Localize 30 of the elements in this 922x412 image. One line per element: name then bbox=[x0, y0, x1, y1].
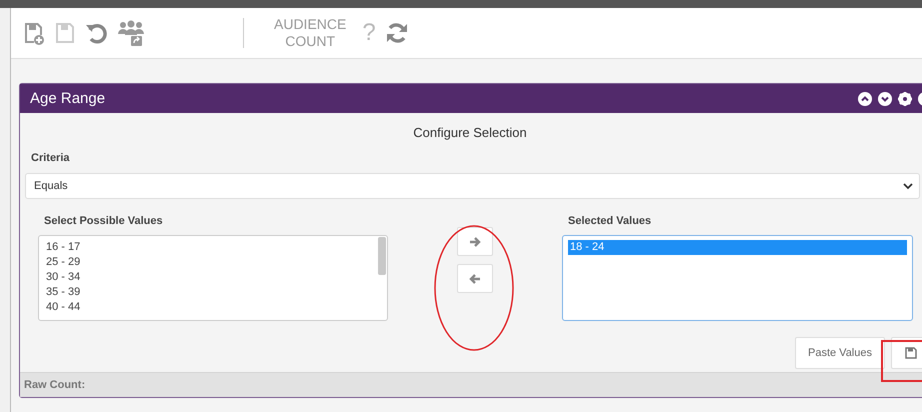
arrow-right-icon bbox=[469, 236, 481, 246]
list-option[interactable]: 25 - 29 bbox=[44, 255, 382, 270]
list-option[interactable]: 35 - 39 bbox=[44, 285, 382, 300]
list-option[interactable]: 30 - 34 bbox=[44, 270, 382, 285]
collapse-icon[interactable] bbox=[858, 92, 872, 106]
add-button[interactable] bbox=[457, 227, 493, 256]
scrollbar-thumb[interactable] bbox=[378, 237, 386, 275]
remove-button[interactable] bbox=[457, 264, 493, 293]
undo-icon[interactable] bbox=[85, 22, 107, 44]
criteria-label: Criteria bbox=[30, 151, 71, 164]
arrow-left-icon bbox=[469, 274, 481, 284]
section-heading: Configure Selection bbox=[412, 124, 528, 142]
expand-icon[interactable] bbox=[878, 92, 892, 106]
audience-count-label: AUDIENCE COUNT bbox=[274, 16, 346, 50]
possible-values-list[interactable]: 16 - 17 25 - 29 30 - 34 35 - 39 40 - 44 bbox=[38, 235, 388, 321]
list-option[interactable]: 16 - 17 bbox=[44, 240, 382, 255]
list-option[interactable]: 40 - 44 bbox=[44, 300, 382, 315]
raw-count-label: Raw Count: bbox=[24, 379, 86, 391]
chevron-down-icon bbox=[903, 182, 913, 190]
selected-values-label: Selected Values bbox=[568, 215, 652, 227]
panel-title: Age Range bbox=[30, 90, 106, 107]
save-button[interactable] bbox=[891, 337, 922, 369]
group-share-icon[interactable] bbox=[117, 19, 145, 47]
paste-values-button[interactable]: Paste Values bbox=[794, 337, 885, 369]
annotation-rectangle bbox=[881, 340, 922, 382]
save-new-icon[interactable] bbox=[23, 21, 45, 45]
criteria-select[interactable]: Equals bbox=[25, 173, 920, 199]
refresh-icon[interactable] bbox=[386, 22, 408, 44]
possible-values-label: Select Possible Values bbox=[44, 215, 164, 227]
settings-icon[interactable] bbox=[898, 92, 912, 106]
